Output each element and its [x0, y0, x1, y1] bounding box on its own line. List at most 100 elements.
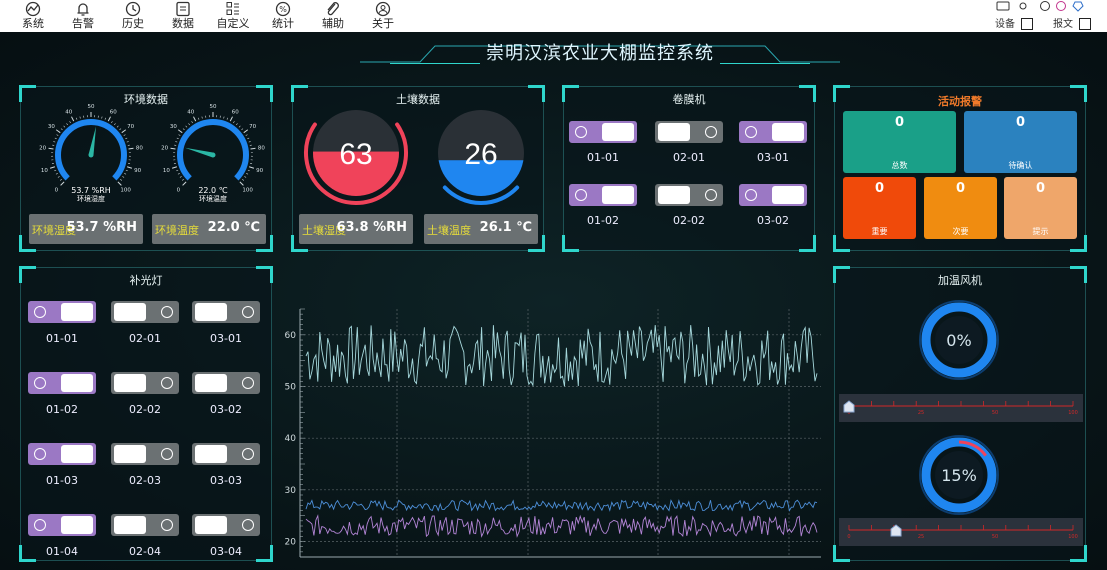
- roller-switch-03-01[interactable]: [739, 121, 807, 143]
- alarm-tile-4[interactable]: 0 提示: [1004, 177, 1077, 239]
- light-switch-03-04[interactable]: [192, 514, 260, 536]
- heater-slider-tick-label: 100: [1068, 534, 1078, 540]
- temperature-gauge-tick: [178, 134, 181, 136]
- light-switch-02-03[interactable]: [111, 443, 179, 465]
- alarm-name: 待确认: [1008, 161, 1033, 170]
- chart-series-0: [305, 325, 818, 387]
- humidity-gauge-tick: [120, 178, 123, 181]
- light-title: 补光灯: [129, 274, 163, 287]
- temperature-gauge-label: 环境温度: [199, 194, 227, 203]
- switch-ring-icon: [705, 126, 717, 138]
- alarm-title: 活动报警: [938, 95, 982, 108]
- soil-temperature-label: 土壤温度: [427, 224, 471, 237]
- humidity-gauge-tick: [119, 128, 122, 131]
- toolbar-item-system[interactable]: 系统: [8, 0, 58, 34]
- toolbar: 系统 告警 历史 数据 自定义 % 统计 辅助 关于 设备 报文: [0, 0, 1107, 34]
- light-switch-01-04[interactable]: [28, 514, 96, 536]
- temperature-gauge-tick: [177, 173, 180, 175]
- toolbar-label: 辅助: [322, 17, 344, 30]
- temperature-gauge-tick-label: 10: [163, 168, 170, 174]
- alarm-count: 0: [1015, 115, 1026, 130]
- light-switch-01-03[interactable]: [28, 443, 96, 465]
- temperature-gauge-tick: [250, 147, 256, 150]
- roller-switch-02-01[interactable]: [655, 121, 723, 143]
- env-gauges: 53.7 %RH 环境湿度 22.0 ℃ 环境温度 0 10 20 30 40 50 60 7…: [39, 104, 265, 203]
- light-switch-01-01[interactable]: [28, 301, 96, 323]
- report-checkbox[interactable]: [1079, 18, 1091, 30]
- roller-switch-label: 03-02: [757, 214, 789, 227]
- humidity-gauge-tick: [63, 125, 66, 128]
- humidity-gauge-tick: [55, 173, 58, 175]
- heater-gauges: 0%0 25 50 10015%0 25 50 100: [839, 300, 1083, 546]
- report-toggle[interactable]: 报文: [1053, 15, 1091, 30]
- switch-ring-icon: [575, 189, 587, 201]
- temperature-gauge-tick: [233, 121, 235, 124]
- temperature-gauge-tick: [246, 173, 249, 175]
- light-switch-03-02[interactable]: [192, 372, 260, 394]
- light-switch-label: 01-02: [46, 403, 78, 416]
- chart-y-tick-label: 60: [285, 331, 297, 341]
- temperature-gauge-tick: [193, 116, 197, 122]
- env-panel: 环境数据 53.7 %RH 环境湿度 22.0 ℃ 环境温度 0 10 20 30 40…: [19, 85, 273, 252]
- device-label: 设备: [995, 19, 1015, 30]
- device-toggle[interactable]: 设备: [995, 15, 1033, 30]
- light-switch-02-01[interactable]: [111, 301, 179, 323]
- toolbar-item-statistics[interactable]: % 统计: [258, 0, 308, 32]
- temperature-gauge-tick: [239, 181, 244, 186]
- switch-ring-icon: [745, 126, 757, 138]
- alarm-tile-1[interactable]: 0 待确认: [964, 111, 1077, 173]
- toolbar-item-custom[interactable]: 自定义: [208, 0, 258, 32]
- soil-humidity-box: 土壤湿度 63.8 %RH: [299, 214, 413, 244]
- light-switch-label: 03-02: [210, 403, 242, 416]
- toolbar-item-alarm[interactable]: 告警: [58, 0, 108, 32]
- roller-switch-label: 01-01: [587, 151, 619, 164]
- humidity-gauge-tick: [71, 116, 75, 122]
- device-checkbox[interactable]: [1021, 18, 1033, 30]
- shield-icon: [1072, 1, 1084, 12]
- temperature-gauge-tick: [248, 166, 255, 169]
- page-title: 崇明汉滨农业大棚监控系统: [486, 43, 714, 64]
- temperature-gauge-tick: [185, 125, 188, 128]
- alarm-name: 提示: [1032, 227, 1049, 236]
- toolbar-label: 历史: [122, 17, 144, 30]
- light-switch-label: 03-01: [210, 332, 242, 345]
- alarm-count: 0: [894, 115, 905, 130]
- alarm-tile-0[interactable]: 0 总数: [843, 111, 956, 173]
- light-switch-03-03[interactable]: [192, 443, 260, 465]
- humidity-gauge-tick-label: 70: [127, 124, 134, 130]
- soil-humidity-value: 63.8 %RH: [336, 220, 407, 235]
- roller-switch-01-02[interactable]: [569, 184, 637, 206]
- roller-switch-label: 03-01: [757, 151, 789, 164]
- humidity-gauge-tick: [55, 129, 61, 134]
- alarm-count: 0: [874, 181, 885, 196]
- switch-ring-icon: [575, 126, 587, 138]
- toolbar-item-data[interactable]: 数据: [158, 0, 208, 32]
- humidity-gauge-tick: [56, 134, 59, 136]
- humidity-gauge-tick: [54, 137, 57, 140]
- temperature-gauge-tick: [182, 128, 185, 131]
- humidity-gauge-tick: [116, 125, 119, 128]
- toolbar-item-assist[interactable]: 辅助: [308, 0, 358, 32]
- alarm-tile-3[interactable]: 0 次要: [924, 177, 997, 239]
- alarm-tile-2[interactable]: 0 重要: [843, 177, 916, 239]
- light-switch-01-02[interactable]: [28, 372, 96, 394]
- toolbar-item-about[interactable]: 关于: [358, 0, 408, 32]
- humidity-gauge-tick-label: 100: [120, 188, 131, 194]
- roller-switch-02-02[interactable]: [655, 184, 723, 206]
- soil-gauges: 63 26: [304, 110, 524, 205]
- temperature-gauge-tick: [248, 141, 251, 143]
- toolbar-item-history[interactable]: 历史: [108, 0, 158, 32]
- light-switch-02-04[interactable]: [111, 514, 179, 536]
- temperature-gauge-tick: [179, 176, 182, 178]
- switch-knob: [114, 374, 146, 392]
- humidity-gauge-tick: [107, 116, 111, 122]
- roller-switch-03-02[interactable]: [739, 184, 807, 206]
- heater-slider-tick-label: 25: [918, 534, 924, 540]
- light-switch-03-01[interactable]: [192, 301, 260, 323]
- light-switch-02-02[interactable]: [111, 372, 179, 394]
- temperature-gauge-tick-label: 100: [242, 188, 253, 194]
- light-switch-label: 01-04: [46, 545, 78, 558]
- heater-panel: 加温风机 0% 0 25 50 100 15% 0 25 50 100: [833, 266, 1087, 562]
- roller-switch-01-01[interactable]: [569, 121, 637, 143]
- temperature-gauge-tick: [176, 137, 179, 140]
